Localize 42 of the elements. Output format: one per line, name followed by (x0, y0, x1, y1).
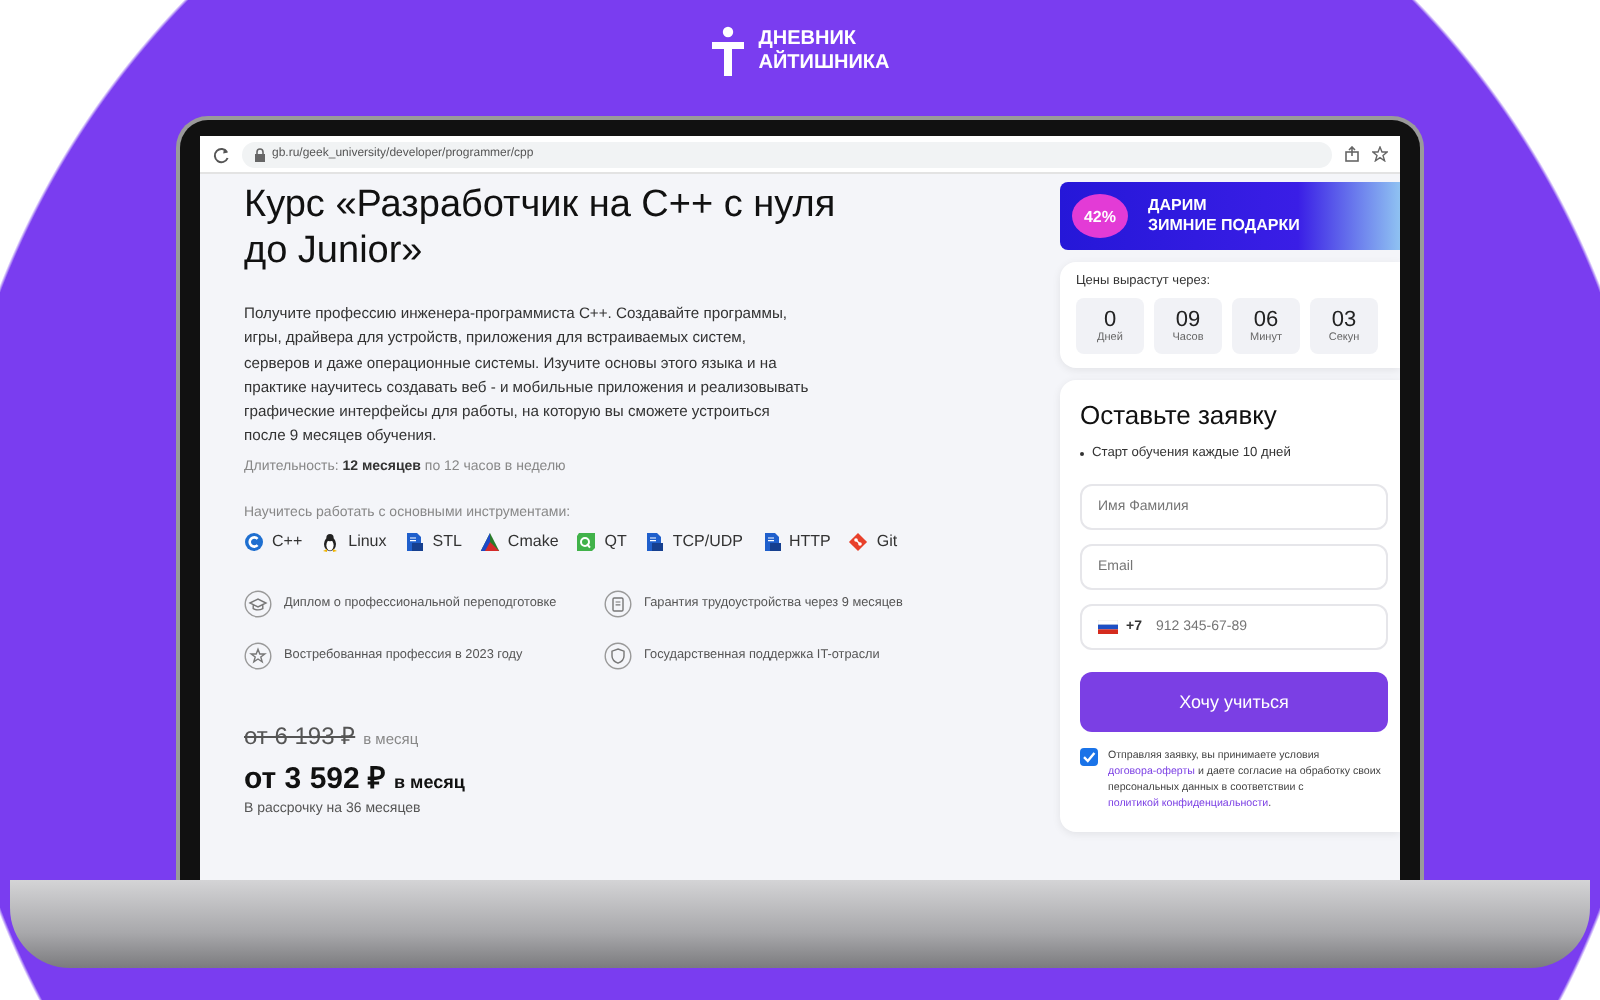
checkmark-icon (1082, 750, 1096, 764)
promo-text: ДАРИМ (1148, 196, 1209, 216)
timer-value: 0 (1103, 308, 1117, 332)
tool-label: Linux (348, 532, 387, 551)
consent-checkbox[interactable] (1080, 748, 1098, 766)
flag-icon (1098, 620, 1118, 634)
graduation-cap-icon (244, 589, 272, 618)
person-logo-icon (710, 26, 747, 78)
timer-value: 03 (1331, 308, 1357, 332)
tool-label: HTTP (789, 532, 831, 551)
brand-name: АЙТИШНИКА (758, 52, 890, 76)
document-icon (644, 531, 665, 552)
tool-label: C++ (272, 532, 303, 551)
promo-banner[interactable]: 42% ДАРИМ ЗИМНИЕ ПОДАРКИ (1060, 182, 1400, 250)
promo-text: ЗИМНИЕ ПОДАРКИ (1148, 216, 1300, 236)
clipboard-icon (604, 589, 632, 618)
shield-icon (604, 641, 632, 670)
submit-button[interactable]: Хочу учиться (1080, 672, 1388, 732)
tool-label: QT (604, 532, 627, 551)
brand-name: ДНЕВНИК (758, 28, 858, 50)
tool-label: Git (876, 532, 898, 551)
discount-badge: 42% (1072, 194, 1128, 238)
price: от 3 592 ₽ (244, 759, 387, 796)
document-icon (404, 531, 425, 552)
q-logo-icon (576, 531, 597, 552)
timer-value: 06 (1253, 308, 1279, 332)
old-price: от 6 193 ₽ (244, 719, 356, 752)
document-icon (761, 531, 781, 552)
tool-label: Cmake (507, 532, 559, 551)
share-icon[interactable] (1344, 146, 1360, 162)
star-icon[interactable] (1372, 146, 1388, 162)
timer-value: 09 (1175, 308, 1201, 332)
lock-icon (254, 147, 266, 161)
tool-label: TCP/UDP (672, 532, 743, 551)
price-period: в месяц (394, 771, 465, 792)
reload-icon[interactable] (212, 145, 230, 163)
course-title: Курс «Разработчик на С++ с нуля до Junior» (244, 182, 838, 274)
tool-label: STL (432, 532, 462, 551)
form-title: Оставьте заявку (1080, 400, 1279, 430)
c-logo-icon (244, 531, 264, 552)
penguin-icon (320, 531, 341, 552)
triangle-icon (479, 531, 500, 552)
